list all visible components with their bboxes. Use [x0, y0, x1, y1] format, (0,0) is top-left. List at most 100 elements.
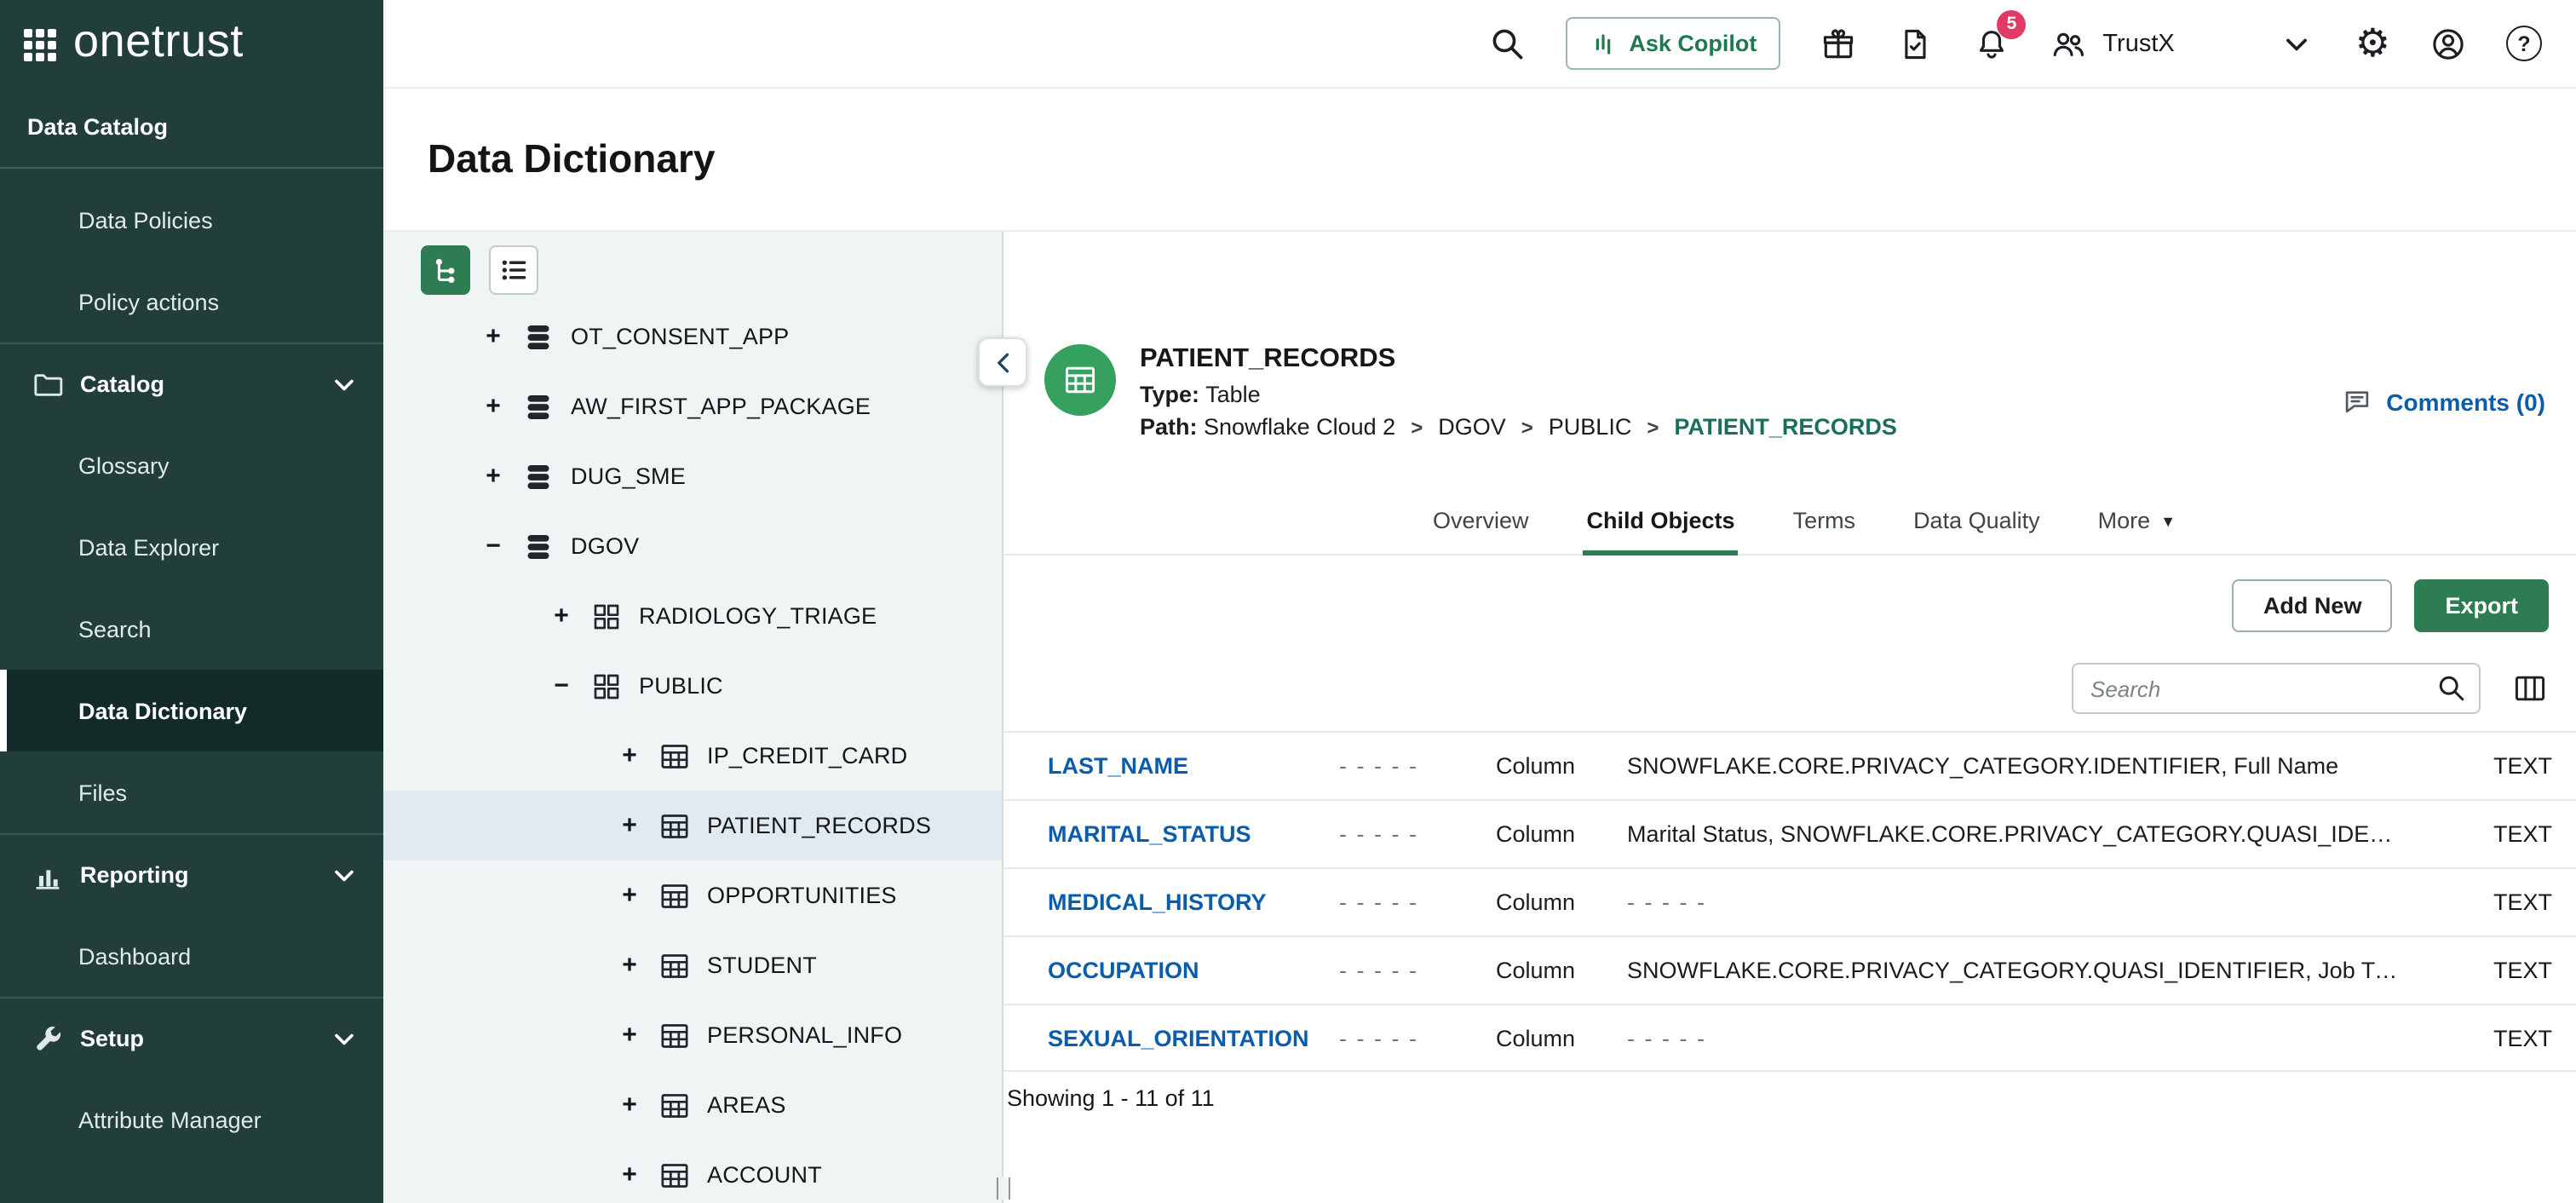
tree-item[interactable]: + IP_CREDIT_CARD — [383, 721, 1002, 791]
expand-toggle[interactable]: + — [480, 462, 506, 491]
column-name-link[interactable]: MEDICAL_HISTORY — [1048, 889, 1339, 915]
sidebar-item-label: Attribute Manager — [78, 1107, 262, 1132]
expand-toggle[interactable]: + — [617, 1021, 642, 1050]
tab[interactable]: Overview▼ — [1429, 487, 1532, 555]
expand-toggle[interactable]: + — [617, 881, 642, 910]
sidebar-item[interactable]: Data Policies — [0, 179, 383, 261]
tree-item-label: RADIOLOGY_TRIAGE — [639, 603, 877, 629]
tab-label: Child Objects — [1587, 508, 1735, 533]
expand-toggle[interactable]: − — [480, 532, 506, 561]
sidebar-item[interactable]: Files — [0, 751, 383, 833]
column-settings-button[interactable] — [2510, 668, 2550, 709]
column-name-link[interactable]: OCCUPATION — [1048, 958, 1339, 983]
settings-gear-icon[interactable]: ⚙ — [2355, 24, 2390, 63]
tree-item[interactable]: + OPPORTUNITIES — [383, 861, 1002, 930]
expand-toggle[interactable]: + — [480, 392, 506, 421]
tab[interactable]: Data Quality▼ — [1910, 487, 2044, 555]
expand-toggle[interactable]: + — [617, 1160, 642, 1189]
main-region: Ask Copilot 5 TrustX ⚙ — [383, 0, 2576, 1203]
sidebar-item[interactable]: Data Dictionary — [0, 670, 383, 751]
search-icon[interactable] — [1489, 25, 1527, 62]
breadcrumb-separator-icon: > — [1411, 416, 1423, 440]
account-icon[interactable] — [2429, 25, 2467, 62]
column-name-link[interactable]: LAST_NAME — [1048, 753, 1339, 779]
list-view-icon — [497, 254, 530, 286]
table-row: OCCUPATION - - - - - Column SNOWFLAKE.CO… — [1003, 935, 2576, 1004]
app-launcher-icon[interactable] — [24, 28, 56, 60]
chevron-down-icon[interactable] — [2279, 25, 2316, 62]
product-title: Data Catalog — [0, 89, 383, 169]
sidebar-item[interactable]: Data Explorer — [0, 506, 383, 588]
logo-wordmark[interactable]: onetrust — [73, 15, 244, 68]
child-objects-table: LAST_NAME - - - - - Column SNOWFLAKE.COR… — [1003, 731, 2576, 1072]
column-name-link[interactable]: MARITAL_STATUS — [1048, 821, 1339, 847]
breadcrumb-item[interactable]: Snowflake Cloud 2> — [1204, 414, 1438, 440]
assessment-doc-icon[interactable] — [1896, 25, 1934, 62]
sidebar-item[interactable]: Setup — [0, 997, 383, 1079]
sidebar-item[interactable]: Attribute Manager — [0, 1079, 383, 1160]
sidebar-item[interactable]: Search — [0, 588, 383, 670]
sidebar-item[interactable]: Reporting — [0, 833, 383, 915]
tree-view-button[interactable] — [421, 245, 470, 295]
content: + OT_CONSENT_APP + — [383, 230, 2576, 1203]
expand-toggle[interactable]: + — [617, 811, 642, 840]
column-name-link[interactable]: SEXUAL_ORIENTATION — [1048, 1025, 1339, 1050]
notifications-bell-icon[interactable]: 5 — [1973, 25, 2010, 62]
expand-toggle[interactable]: − — [549, 671, 574, 700]
breadcrumb-item[interactable]: PUBLIC> — [1549, 414, 1675, 440]
collapse-tree-button[interactable] — [978, 337, 1027, 387]
expand-toggle[interactable]: + — [549, 602, 574, 630]
tree-item[interactable]: + RADIOLOGY_TRIAGE — [383, 581, 1002, 651]
tree-item[interactable]: + AREAS — [383, 1070, 1002, 1140]
export-button[interactable]: Export — [2414, 579, 2549, 632]
tree-item[interactable]: − PUBLIC — [383, 651, 1002, 721]
table-icon — [658, 878, 692, 912]
help-icon[interactable]: ? — [2506, 26, 2542, 61]
gift-icon[interactable] — [1820, 25, 1857, 62]
expand-toggle[interactable]: + — [480, 322, 506, 351]
tree-item-icon — [521, 319, 555, 354]
cell-placeholder: - - - - - — [1339, 958, 1496, 983]
entity-header: PATIENT_RECORDS Type: Table Path: Snowfl… — [1044, 344, 2545, 440]
cell-description: Marital Status, SNOWFLAKE.CORE.PRIVACY_C… — [1627, 821, 2433, 847]
breadcrumb-item[interactable]: PATIENT_RECORDS> — [1674, 414, 1897, 440]
panel-resize-handle[interactable] — [997, 1177, 1010, 1200]
tree-item[interactable]: + AW_FIRST_APP_PACKAGE — [383, 371, 1002, 441]
tenant-switcher[interactable]: TrustX — [2050, 25, 2174, 62]
expand-toggle[interactable]: + — [617, 741, 642, 770]
expand-toggle[interactable]: + — [617, 1091, 642, 1120]
tree-item[interactable]: + PATIENT_RECORDS — [383, 791, 1002, 861]
tree-item[interactable]: + DUG_SME — [383, 441, 1002, 511]
add-new-button[interactable]: Add New — [2233, 579, 2393, 632]
table-entity-icon — [1044, 344, 1116, 416]
tree-item[interactable]: + OT_CONSENT_APP — [383, 302, 1002, 371]
logo[interactable]: onetrust — [0, 0, 383, 89]
sidebar-item[interactable]: Policy actions — [0, 261, 383, 342]
tree-item[interactable]: + PERSONAL_INFO — [383, 1000, 1002, 1070]
entity-name: PATIENT_RECORDS — [1140, 344, 1897, 375]
tree-item[interactable]: + ACCOUNT — [383, 1140, 1002, 1203]
tree-item[interactable]: + STUDENT — [383, 930, 1002, 1000]
breadcrumb-item[interactable]: DGOV> — [1438, 414, 1549, 440]
ask-copilot-button[interactable]: Ask Copilot — [1566, 17, 1780, 70]
expand-toggle[interactable]: + — [617, 951, 642, 980]
search-icon[interactable] — [2436, 673, 2467, 704]
cell-placeholder: - - - - - — [1339, 821, 1496, 847]
tab[interactable]: More▼ — [2095, 487, 2179, 555]
cell-object-type: Column — [1496, 821, 1627, 847]
comments-link[interactable]: Comments (0) — [2340, 385, 2545, 417]
sidebar-item[interactable]: Catalog — [0, 342, 383, 424]
tab[interactable]: Child Objects▼ — [1584, 487, 1739, 555]
search-input[interactable] — [2072, 663, 2481, 714]
chevron-down-icon — [329, 369, 359, 400]
cell-datatype: TEXT — [2433, 821, 2552, 847]
sidebar-item[interactable]: Glossary — [0, 424, 383, 506]
tree-item[interactable]: − DGOV — [383, 511, 1002, 581]
table-row: MEDICAL_HISTORY - - - - - Column - - - -… — [1003, 867, 2576, 935]
schema-icon — [589, 669, 624, 703]
sidebar-item[interactable]: Dashboard — [0, 915, 383, 997]
tab[interactable]: Terms▼ — [1790, 487, 1860, 555]
tree-item-icon — [658, 1088, 692, 1122]
list-view-button[interactable] — [489, 245, 538, 295]
tree-item-icon — [521, 459, 555, 493]
